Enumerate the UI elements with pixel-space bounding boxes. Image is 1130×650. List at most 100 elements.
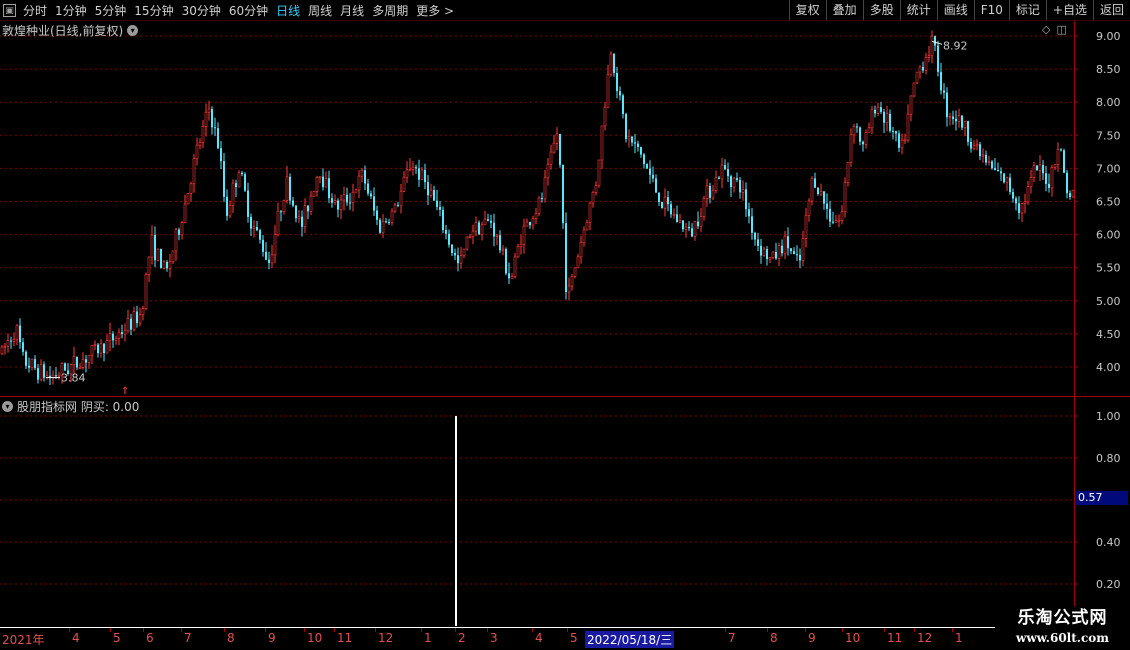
candlestick <box>874 105 876 118</box>
candlestick <box>381 214 385 238</box>
candle-body <box>408 169 412 171</box>
candlestick <box>28 357 30 373</box>
candle-body <box>810 178 814 202</box>
stock-title: 敦煌种业(日线,前复权) <box>2 24 124 38</box>
candle-body <box>57 374 61 377</box>
candlestick <box>223 153 225 202</box>
candle-body <box>519 243 523 248</box>
candle-body <box>442 209 444 231</box>
candle-body <box>144 274 148 309</box>
period-tab-5[interactable]: 60分钟 <box>226 2 271 19</box>
candle-body <box>360 169 364 177</box>
candlestick <box>280 209 282 222</box>
candlestick <box>214 117 216 137</box>
candlestick <box>388 218 390 226</box>
toolbar-button-0[interactable]: 复权 <box>788 0 826 20</box>
toolbar-button-8[interactable]: 返回 <box>1092 0 1130 20</box>
candle-body <box>1023 201 1027 204</box>
candlestick <box>876 102 880 116</box>
period-toolbar: ▣ 分时 1分钟 5分钟 15分钟 30分钟 60分钟 日线 周线 月线 多周期 更多 > 复权 叠加… <box>0 0 1130 21</box>
period-tab-9[interactable]: 多周期 <box>369 2 411 19</box>
candle-body <box>226 196 228 216</box>
candle-body <box>768 257 772 260</box>
candlestick <box>625 112 627 143</box>
candlestick <box>132 306 136 332</box>
period-tab-10[interactable]: 更多 > <box>413 2 457 19</box>
candle-body <box>883 111 885 123</box>
candlestick <box>837 214 841 228</box>
period-tab-1[interactable]: 1分钟 <box>52 2 90 19</box>
candle-body <box>757 239 759 246</box>
candlestick <box>357 170 361 198</box>
high-marker-line <box>931 40 943 45</box>
candle-body <box>730 176 732 188</box>
candle-body <box>912 82 916 97</box>
candlestick <box>585 219 589 231</box>
candle-body <box>852 126 856 136</box>
toolbar-button-6[interactable]: 标记 <box>1008 0 1046 20</box>
candle-body <box>705 185 709 199</box>
candlestick <box>1000 167 1002 181</box>
candlestick <box>141 305 145 321</box>
period-tab-8[interactable]: 月线 <box>337 2 367 19</box>
diamond-icon[interactable]: ◇ <box>1042 23 1050 36</box>
candle-body <box>15 325 19 340</box>
candlestick <box>292 197 294 208</box>
toolbar-button-5[interactable]: F10 <box>973 0 1009 20</box>
candle-body <box>837 219 841 222</box>
panel-toggle-icon[interactable]: ◫ <box>1056 23 1066 36</box>
date-tick-label: 1 <box>955 631 963 645</box>
candlestick <box>405 161 409 183</box>
candle-body <box>903 139 907 142</box>
candlestick <box>906 104 910 143</box>
toolbar-button-4[interactable]: 画线 <box>936 0 974 20</box>
candlestick <box>226 189 228 221</box>
window-icon[interactable]: ▣ <box>3 3 16 17</box>
candlestick <box>688 221 690 232</box>
candle-body <box>631 136 633 143</box>
candlestick <box>1015 196 1017 211</box>
candle-body <box>295 205 297 219</box>
chart-canvas[interactable]: 9.00 8.50 8.00 7.50 7.00 6.50 6.00 5.50 5.00 4.50… <box>0 0 1130 650</box>
candlestick <box>543 169 547 203</box>
candle-body <box>549 151 553 165</box>
candle-body <box>117 331 121 339</box>
candlestick <box>754 231 756 246</box>
toolbar-button-2[interactable]: 多股 <box>862 0 900 20</box>
period-tab-2[interactable]: 5分钟 <box>92 2 130 19</box>
candlestick <box>37 364 39 384</box>
candlestick <box>546 158 550 186</box>
candle-body <box>924 57 928 71</box>
toolbar-button-1[interactable]: 叠加 <box>825 0 863 20</box>
candle-body <box>220 148 222 162</box>
candle-body <box>171 250 175 263</box>
candlestick <box>10 336 12 349</box>
period-tab-6[interactable]: 日线 <box>273 2 303 19</box>
candlestick <box>573 267 577 279</box>
candle-body <box>270 254 274 264</box>
candlestick <box>619 86 621 101</box>
chevron-down-icon[interactable]: ▾ <box>127 25 139 36</box>
period-tab-4[interactable]: 30分钟 <box>179 2 224 19</box>
candle-body <box>34 359 36 369</box>
chevron-down-icon[interactable]: ▾ <box>2 401 13 412</box>
candlestick <box>166 260 168 272</box>
candlestick <box>339 194 343 220</box>
candlestick <box>508 262 510 285</box>
candle-body <box>906 113 910 141</box>
toolbar-button-3[interactable]: 统计 <box>899 0 937 20</box>
candle-body <box>796 254 798 256</box>
toolbar-button-7[interactable]: +自选 <box>1045 0 1093 20</box>
candle-body <box>315 177 319 192</box>
candle-body <box>12 338 16 342</box>
candle-body <box>402 176 406 192</box>
candle-body <box>567 285 571 293</box>
candle-body <box>600 125 604 161</box>
chart-corner-controls: ◇ ◫ <box>1042 23 1067 36</box>
candle-body <box>337 200 339 210</box>
period-tab-0[interactable]: 分时 <box>20 2 50 19</box>
candle-body <box>376 210 378 220</box>
candle-body <box>90 345 94 356</box>
period-tab-3[interactable]: 15分钟 <box>131 2 176 19</box>
period-tab-7[interactable]: 周线 <box>305 2 335 19</box>
